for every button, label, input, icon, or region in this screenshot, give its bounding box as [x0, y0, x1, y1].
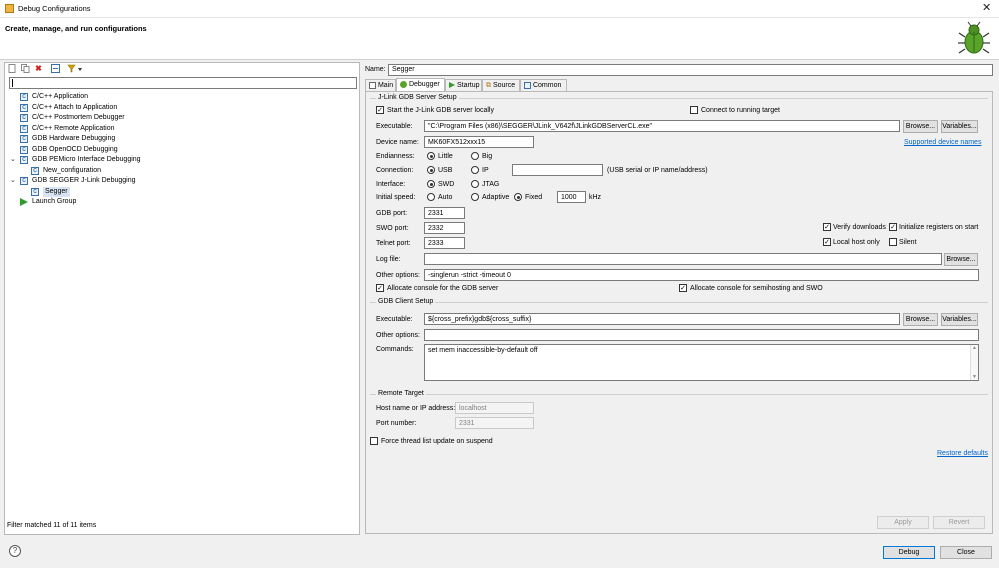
log-browse-button[interactable]: Browse... [944, 253, 978, 266]
init-registers-checkbox[interactable]: ✓ [889, 223, 897, 231]
client-setup-title: GDB Client Setup [376, 298, 436, 305]
filter-input[interactable] [9, 77, 357, 89]
speed-value-field[interactable]: 1000 [557, 191, 586, 203]
client-variables-button[interactable]: Variables... [941, 313, 978, 326]
local-host-only-checkbox[interactable]: ✓ [823, 238, 831, 246]
alloc-semihosting-console-checkbox[interactable]: ✓ [679, 284, 687, 292]
speed-adaptive-radio[interactable] [471, 193, 479, 201]
banner-heading: Create, manage, and run configurations [5, 24, 147, 33]
c-config-icon: C [20, 124, 28, 133]
close-button[interactable]: Close [940, 546, 992, 559]
c-config-icon: C [31, 187, 39, 196]
revert-button[interactable]: Revert [933, 516, 985, 529]
source-tab-icon: ⧉ [486, 82, 491, 89]
c-config-icon: C [20, 103, 28, 112]
remote-port-field[interactable]: 2331 [455, 417, 534, 429]
c-config-icon: C [20, 145, 28, 154]
start-locally-checkbox[interactable]: ✓ [376, 106, 384, 114]
window-titlebar: Debug Configurations ✕ [0, 0, 999, 18]
launch-group-icon [20, 198, 28, 206]
telnet-port-field[interactable]: 2333 [424, 237, 465, 249]
log-file-field[interactable] [424, 253, 942, 265]
config-toolbar: ✖ [5, 63, 359, 75]
server-executable-field[interactable]: "C:\Program Files (x86)\SEGGER\JLink_V64… [424, 120, 900, 132]
client-other-options-field[interactable] [424, 329, 979, 341]
duplicate-icon[interactable] [21, 64, 30, 73]
remote-host-field[interactable]: localhost [455, 402, 534, 414]
verify-downloads-checkbox[interactable]: ✓ [823, 223, 831, 231]
connection-usb-radio[interactable] [427, 166, 435, 174]
name-label: Name: [365, 66, 386, 73]
server-other-options-field[interactable]: -singlerun -strict -timeout 0 [424, 269, 979, 281]
apply-button[interactable]: Apply [877, 516, 929, 529]
commands-textarea[interactable]: set mem inaccessible-by-default off ▲ ▼ [424, 344, 979, 381]
c-config-icon: C [20, 93, 28, 101]
remote-target-title: Remote Target [376, 390, 426, 397]
connection-address-field[interactable] [512, 164, 603, 176]
tab-debugger[interactable]: Debugger [396, 78, 445, 91]
supported-devices-link[interactable]: Supported device names [904, 139, 981, 146]
debug-button[interactable]: Debug [883, 546, 935, 559]
common-tab-icon [524, 81, 531, 89]
commands-text: set mem inaccessible-by-default off [428, 347, 538, 354]
tab-source[interactable]: ⧉ Source [482, 79, 520, 91]
connect-running-checkbox[interactable] [690, 106, 698, 114]
remote-target-section: Remote Target [370, 390, 988, 397]
interface-swd-radio[interactable] [427, 180, 435, 188]
text-caret [12, 79, 13, 87]
connection-ip-radio[interactable] [471, 166, 479, 174]
speed-fixed-radio[interactable] [514, 193, 522, 201]
client-browse-button[interactable]: Browse... [903, 313, 938, 326]
debug-bug-icon [958, 21, 990, 54]
dialog-banner: Create, manage, and run configurations [0, 18, 999, 60]
help-icon[interactable]: ? [9, 545, 21, 557]
name-field[interactable]: Segger [388, 64, 993, 76]
client-setup-section: GDB Client Setup [370, 298, 988, 305]
main-tab-icon [369, 81, 376, 89]
collapse-all-icon[interactable] [51, 64, 60, 73]
silent-checkbox[interactable] [889, 238, 897, 246]
c-config-icon: C [31, 166, 39, 175]
tab-main[interactable]: Main [365, 79, 396, 91]
commands-scrollbar[interactable]: ▲ ▼ [970, 345, 978, 380]
app-icon [5, 4, 14, 13]
c-config-icon: C [20, 135, 28, 143]
tab-common[interactable]: Common [520, 79, 567, 91]
chevron-down-icon[interactable]: ⌄ [10, 155, 16, 165]
close-window-icon[interactable]: ✕ [982, 1, 991, 14]
configuration-editor: Name: Segger Main Debugger Startup ⧉ Sou… [362, 62, 996, 535]
endian-big-radio[interactable] [471, 152, 479, 160]
c-config-icon: C [20, 114, 28, 122]
startup-tab-icon [449, 82, 455, 89]
c-config-icon: C [20, 177, 28, 185]
chevron-down-icon[interactable]: ⌄ [10, 176, 16, 186]
gdb-port-field[interactable]: 2331 [424, 207, 465, 219]
swo-port-field[interactable]: 2332 [424, 222, 465, 234]
scroll-up-icon[interactable]: ▲ [972, 345, 977, 351]
force-thread-update-checkbox[interactable] [370, 437, 378, 445]
device-name-field[interactable]: MK60FX512xxx15 [424, 136, 534, 148]
tab-startup[interactable]: Startup [445, 79, 482, 91]
c-config-icon: C [20, 156, 28, 164]
client-executable-field[interactable]: ${cross_prefix}gdb${cross_suffix} [424, 313, 900, 325]
server-setup-title: J-Link GDB Server Setup [376, 94, 459, 101]
restore-defaults-link[interactable]: Restore defaults [937, 450, 988, 457]
debugger-tab-content: J-Link GDB Server Setup ✓ Start the J-Li… [365, 91, 993, 534]
filter-status: Filter matched 11 of 11 items [7, 522, 97, 529]
filter-icon[interactable] [67, 64, 83, 73]
window-title: Debug Configurations [18, 4, 91, 13]
server-browse-button[interactable]: Browse... [903, 120, 938, 133]
speed-auto-radio[interactable] [427, 193, 435, 201]
delete-icon[interactable]: ✖ [34, 64, 43, 73]
endian-little-radio[interactable] [427, 152, 435, 160]
server-variables-button[interactable]: Variables... [941, 120, 978, 133]
new-configuration-icon[interactable] [8, 64, 17, 73]
server-setup-section: J-Link GDB Server Setup [370, 94, 988, 101]
configuration-list-panel: ✖ C C/C++ Application C C/C++ Attach to … [4, 62, 360, 535]
interface-jtag-radio[interactable] [471, 180, 479, 188]
scroll-down-icon[interactable]: ▼ [972, 374, 977, 380]
alloc-gdb-console-checkbox[interactable]: ✓ [376, 284, 384, 292]
debugger-tab-icon [400, 80, 407, 88]
